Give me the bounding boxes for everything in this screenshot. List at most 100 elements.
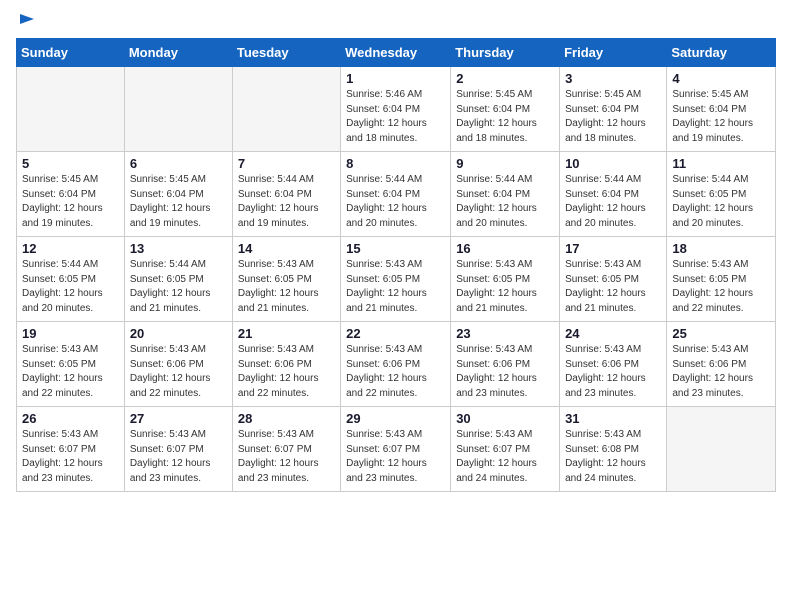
logo-flag-icon (18, 12, 36, 30)
calendar-cell: 3Sunrise: 5:45 AM Sunset: 6:04 PM Daylig… (560, 67, 667, 152)
calendar-cell: 23Sunrise: 5:43 AM Sunset: 6:06 PM Dayli… (451, 322, 560, 407)
calendar-cell (124, 67, 232, 152)
day-info: Sunrise: 5:43 AM Sunset: 6:06 PM Dayligh… (672, 343, 770, 401)
calendar-table: SundayMondayTuesdayWednesdayThursdayFrid… (16, 38, 776, 492)
day-number: 8 (346, 156, 445, 171)
day-number: 24 (565, 326, 661, 341)
calendar-cell: 11 Sunrise: 5:44 AM Sunset: 6:05 PM Dayli… (667, 152, 776, 237)
column-header-monday: Monday (124, 39, 232, 67)
day-info: Sunrise: 5:44 AM Sunset: 6:04 PM Dayligh… (238, 173, 335, 231)
calendar-cell: 8 Sunrise: 5:44 AM Sunset: 6:04 PM Daylig… (341, 152, 451, 237)
day-number: 12 (22, 241, 119, 256)
calendar-cell: 16 Sunrise: 5:43 AM Sunset: 6:05 PM Dayli… (451, 237, 560, 322)
calendar-week-1: 1Sunrise: 5:46 AM Sunset: 6:04 PM Daylig… (17, 67, 776, 152)
calendar-cell (232, 67, 340, 152)
calendar-cell: 29 Sunrise: 5:43 AM Sunset: 6:07 PM Dayli… (341, 407, 451, 492)
calendar-cell: 30 Sunrise: 5:43 AM Sunset: 6:07 PM Dayli… (451, 407, 560, 492)
day-info: Sunrise: 5:45 AM Sunset: 6:04 PM Dayligh… (565, 88, 661, 146)
day-info: Sunrise: 5:43 AM Sunset: 6:07 PM Dayligh… (130, 428, 227, 486)
day-info: Sunrise: 5:45 AM Sunset: 6:04 PM Dayligh… (456, 88, 554, 146)
day-info: Sunrise: 5:44 AM Sunset: 6:04 PM Dayligh… (565, 173, 661, 231)
calendar-cell: 26 Sunrise: 5:43 AM Sunset: 6:07 PM Dayli… (17, 407, 125, 492)
calendar-cell: 25 Sunrise: 5:43 AM Sunset: 6:06 PM Dayli… (667, 322, 776, 407)
day-number: 10 (565, 156, 661, 171)
calendar-cell (667, 407, 776, 492)
day-number: 25 (672, 326, 770, 341)
calendar-cell: 2 Sunrise: 5:45 AM Sunset: 6:04 PM Daylig… (451, 67, 560, 152)
day-info: Sunrise: 5:43 AM Sunset: 6:05 PM Dayligh… (565, 258, 661, 316)
calendar-cell: 9 Sunrise: 5:44 AM Sunset: 6:04 PM Daylig… (451, 152, 560, 237)
day-info: Sunrise: 5:44 AM Sunset: 6:04 PM Dayligh… (456, 173, 554, 231)
calendar-cell: 21 Sunrise: 5:43 AM Sunset: 6:06 PM Dayli… (232, 322, 340, 407)
day-info: Sunrise: 5:43 AM Sunset: 6:06 PM Dayligh… (238, 343, 335, 401)
day-info: Sunrise: 5:43 AM Sunset: 6:06 PM Dayligh… (456, 343, 554, 401)
calendar-cell: 7 Sunrise: 5:44 AM Sunset: 6:04 PM Daylig… (232, 152, 340, 237)
day-info: Sunrise: 5:43 AM Sunset: 6:05 PM Dayligh… (456, 258, 554, 316)
calendar-cell: 17 Sunrise: 5:43 AM Sunset: 6:05 PM Dayli… (560, 237, 667, 322)
day-number: 30 (456, 411, 554, 426)
day-number: 21 (238, 326, 335, 341)
calendar-cell: 22 Sunrise: 5:43 AM Sunset: 6:06 PM Dayli… (341, 322, 451, 407)
day-number: 6 (130, 156, 227, 171)
day-number: 14 (238, 241, 335, 256)
calendar-cell: 20 Sunrise: 5:43 AM Sunset: 6:06 PM Dayli… (124, 322, 232, 407)
calendar-cell: 4Sunrise: 5:45 AM Sunset: 6:04 PM Daylig… (667, 67, 776, 152)
day-number: 2 (456, 71, 554, 86)
calendar-cell: 15 Sunrise: 5:43 AM Sunset: 6:05 PM Dayli… (341, 237, 451, 322)
calendar-cell: 31Sunrise: 5:43 AM Sunset: 6:08 PM Dayli… (560, 407, 667, 492)
logo (16, 16, 36, 30)
day-info: Sunrise: 5:43 AM Sunset: 6:06 PM Dayligh… (346, 343, 445, 401)
calendar-cell: 12 Sunrise: 5:44 AM Sunset: 6:05 PM Dayli… (17, 237, 125, 322)
column-header-sunday: Sunday (17, 39, 125, 67)
day-info: Sunrise: 5:44 AM Sunset: 6:05 PM Dayligh… (672, 173, 770, 231)
day-info: Sunrise: 5:45 AM Sunset: 6:04 PM Dayligh… (130, 173, 227, 231)
calendar-cell: 1Sunrise: 5:46 AM Sunset: 6:04 PM Daylig… (341, 67, 451, 152)
day-info: Sunrise: 5:45 AM Sunset: 6:04 PM Dayligh… (22, 173, 119, 231)
day-number: 1 (346, 71, 445, 86)
day-info: Sunrise: 5:43 AM Sunset: 6:05 PM Dayligh… (672, 258, 770, 316)
day-number: 22 (346, 326, 445, 341)
day-number: 28 (238, 411, 335, 426)
calendar-header-row: SundayMondayTuesdayWednesdayThursdayFrid… (17, 39, 776, 67)
calendar-week-5: 26 Sunrise: 5:43 AM Sunset: 6:07 PM Dayli… (17, 407, 776, 492)
calendar-cell: 6 Sunrise: 5:45 AM Sunset: 6:04 PM Daylig… (124, 152, 232, 237)
day-number: 17 (565, 241, 661, 256)
day-number: 27 (130, 411, 227, 426)
day-number: 16 (456, 241, 554, 256)
day-info: Sunrise: 5:43 AM Sunset: 6:07 PM Dayligh… (238, 428, 335, 486)
day-number: 20 (130, 326, 227, 341)
day-number: 29 (346, 411, 445, 426)
day-number: 9 (456, 156, 554, 171)
day-number: 31 (565, 411, 661, 426)
column-header-thursday: Thursday (451, 39, 560, 67)
day-info: Sunrise: 5:44 AM Sunset: 6:05 PM Dayligh… (130, 258, 227, 316)
day-number: 15 (346, 241, 445, 256)
day-number: 5 (22, 156, 119, 171)
calendar-cell: 5 Sunrise: 5:45 AM Sunset: 6:04 PM Daylig… (17, 152, 125, 237)
calendar-cell: 10 Sunrise: 5:44 AM Sunset: 6:04 PM Dayli… (560, 152, 667, 237)
column-header-friday: Friday (560, 39, 667, 67)
day-number: 19 (22, 326, 119, 341)
day-number: 18 (672, 241, 770, 256)
calendar-cell: 13Sunrise: 5:44 AM Sunset: 6:05 PM Dayli… (124, 237, 232, 322)
day-info: Sunrise: 5:43 AM Sunset: 6:05 PM Dayligh… (346, 258, 445, 316)
calendar-cell: 19 Sunrise: 5:43 AM Sunset: 6:05 PM Dayli… (17, 322, 125, 407)
day-info: Sunrise: 5:44 AM Sunset: 6:04 PM Dayligh… (346, 173, 445, 231)
calendar-cell: 28 Sunrise: 5:43 AM Sunset: 6:07 PM Dayli… (232, 407, 340, 492)
day-info: Sunrise: 5:43 AM Sunset: 6:06 PM Dayligh… (565, 343, 661, 401)
day-info: Sunrise: 5:43 AM Sunset: 6:07 PM Dayligh… (346, 428, 445, 486)
day-info: Sunrise: 5:43 AM Sunset: 6:06 PM Dayligh… (130, 343, 227, 401)
calendar-cell: 24 Sunrise: 5:43 AM Sunset: 6:06 PM Dayli… (560, 322, 667, 407)
day-info: Sunrise: 5:43 AM Sunset: 6:05 PM Dayligh… (22, 343, 119, 401)
day-info: Sunrise: 5:43 AM Sunset: 6:07 PM Dayligh… (456, 428, 554, 486)
calendar-week-4: 19 Sunrise: 5:43 AM Sunset: 6:05 PM Dayli… (17, 322, 776, 407)
day-number: 11 (672, 156, 770, 171)
day-number: 26 (22, 411, 119, 426)
calendar-week-3: 12 Sunrise: 5:44 AM Sunset: 6:05 PM Dayli… (17, 237, 776, 322)
day-info: Sunrise: 5:43 AM Sunset: 6:05 PM Dayligh… (238, 258, 335, 316)
day-number: 4 (672, 71, 770, 86)
day-info: Sunrise: 5:44 AM Sunset: 6:05 PM Dayligh… (22, 258, 119, 316)
day-info: Sunrise: 5:43 AM Sunset: 6:07 PM Dayligh… (22, 428, 119, 486)
day-number: 7 (238, 156, 335, 171)
column-header-saturday: Saturday (667, 39, 776, 67)
